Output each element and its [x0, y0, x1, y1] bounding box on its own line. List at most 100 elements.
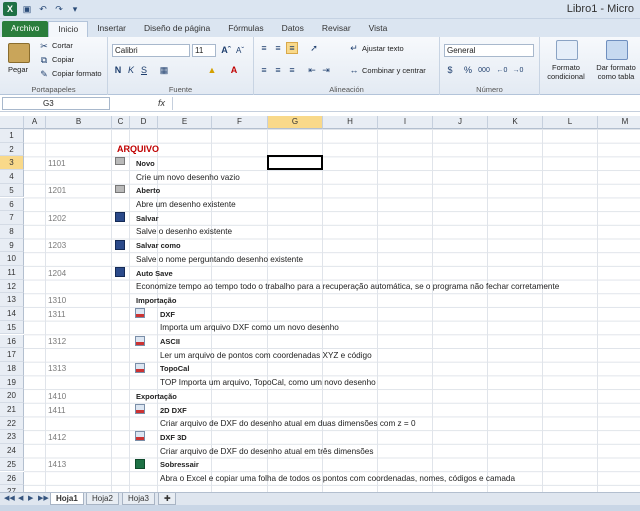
tab-formulas[interactable]: Fórmulas — [219, 21, 272, 37]
conditional-format-button[interactable]: Formato condicional — [542, 63, 590, 81]
row-header-3[interactable]: 3 — [0, 156, 24, 171]
row-header-6[interactable]: 6 — [0, 197, 24, 212]
column-header-e[interactable]: E — [158, 116, 212, 129]
sheet-tab-hoja3[interactable]: Hoja3 — [122, 493, 155, 505]
tab-diseno-pagina[interactable]: Diseño de página — [135, 21, 219, 37]
row-header-2[interactable]: 2 — [0, 142, 24, 157]
font-color-icon[interactable]: A — [228, 64, 240, 76]
column-header-m[interactable]: M — [598, 116, 640, 129]
align-top-icon[interactable]: ≡ — [258, 42, 270, 54]
row-header-24[interactable]: 24 — [0, 444, 24, 458]
customize-icon[interactable]: ▾ — [69, 3, 81, 15]
row-header-18[interactable]: 18 — [0, 361, 24, 376]
spreadsheet-grid[interactable]: A B C D E F G H I J K L M 1 2 3 4 5 6 7 8 9 10 11 12 13 14 15 16 17 18… — [0, 116, 640, 492]
row-header-7[interactable]: 7 — [0, 211, 24, 225]
tab-vista[interactable]: Vista — [360, 21, 397, 37]
thousands-icon[interactable]: 000 — [476, 64, 492, 76]
column-header-l[interactable]: L — [543, 116, 598, 129]
underline-icon[interactable]: S — [138, 64, 150, 76]
row-header-27[interactable]: 27 — [0, 485, 24, 492]
row-header-9[interactable]: 9 — [0, 238, 24, 253]
first-sheet-icon[interactable]: ◀◀ — [4, 494, 15, 502]
row-header-17[interactable]: 17 — [0, 348, 24, 362]
row-header-8[interactable]: 8 — [0, 224, 24, 239]
align-left-icon[interactable]: ≡ — [258, 64, 270, 76]
column-header-b[interactable]: B — [46, 116, 112, 129]
shrink-font-icon[interactable]: Aˇ — [234, 44, 246, 56]
increase-indent-icon[interactable]: ⇥ — [320, 64, 332, 76]
name-box[interactable]: G3 — [2, 97, 110, 110]
paste-button[interactable]: Pegar — [8, 65, 28, 74]
format-as-table-icon[interactable] — [606, 40, 628, 60]
italic-icon[interactable]: K — [125, 64, 137, 76]
row-header-19[interactable]: 19 — [0, 375, 24, 390]
row-header-12[interactable]: 12 — [0, 279, 24, 294]
paste-icon[interactable] — [8, 43, 30, 63]
next-sheet-icon[interactable]: ▶ — [28, 494, 33, 502]
fill-color-icon[interactable]: ▲ — [206, 64, 218, 76]
currency-icon[interactable]: $ — [444, 64, 456, 76]
decrease-decimal-icon[interactable]: →0 — [512, 64, 524, 76]
row-header-13[interactable]: 13 — [0, 293, 24, 308]
formula-input[interactable] — [172, 97, 640, 110]
undo-icon[interactable]: ↶ — [37, 3, 49, 15]
column-header-f[interactable]: F — [212, 116, 268, 129]
active-cell-g3[interactable] — [267, 155, 323, 171]
row-header-22[interactable]: 22 — [0, 416, 24, 431]
column-header-c[interactable]: C — [112, 116, 130, 129]
column-header-h[interactable]: H — [323, 116, 378, 129]
grow-font-icon[interactable]: Aˆ — [220, 44, 232, 56]
font-name-select[interactable]: Calibri — [112, 44, 190, 57]
last-sheet-icon[interactable]: ▶▶ — [38, 494, 49, 502]
format-as-table-button[interactable]: Dar formato como tabla — [592, 63, 640, 81]
row-header-26[interactable]: 26 — [0, 471, 24, 486]
borders-icon[interactable]: ▦ — [158, 64, 170, 76]
sheet-tab-hoja2[interactable]: Hoja2 — [86, 493, 119, 505]
bold-icon[interactable]: N — [112, 64, 124, 76]
redo-icon[interactable]: ↷ — [53, 3, 65, 15]
column-header-g[interactable]: G — [268, 116, 323, 129]
row-header-21[interactable]: 21 — [0, 403, 24, 417]
row-header-23[interactable]: 23 — [0, 430, 24, 445]
merge-center-button[interactable]: Combinar y centrar — [362, 66, 426, 75]
row-header-25[interactable]: 25 — [0, 457, 24, 472]
row-header-11[interactable]: 11 — [0, 266, 24, 280]
cut-icon[interactable]: ✂ — [38, 40, 50, 52]
row-header-10[interactable]: 10 — [0, 252, 24, 266]
copy-format-button[interactable]: Copiar formato — [52, 69, 102, 78]
row-header-15[interactable]: 15 — [0, 320, 24, 335]
percent-icon[interactable]: % — [462, 64, 474, 76]
increase-decimal-icon[interactable]: ←0 — [496, 64, 508, 76]
number-format-select[interactable]: General — [444, 44, 534, 57]
align-bottom-icon[interactable]: ≡ — [286, 42, 298, 54]
tab-revisar[interactable]: Revisar — [313, 21, 360, 37]
merge-center-icon[interactable]: ↔ — [348, 64, 360, 76]
copy-icon[interactable]: ⧉ — [38, 54, 50, 66]
tab-archivo[interactable]: Archivo — [2, 21, 49, 37]
copy-button[interactable]: Copiar — [52, 55, 74, 64]
wrap-text-icon[interactable]: ↵ — [348, 42, 360, 54]
cut-button[interactable]: Cortar — [52, 41, 73, 50]
row-header-1[interactable]: 1 — [0, 129, 24, 143]
column-header-i[interactable]: I — [378, 116, 433, 129]
align-right-icon[interactable]: ≡ — [286, 64, 298, 76]
row-header-16[interactable]: 16 — [0, 334, 24, 349]
column-header-k[interactable]: K — [488, 116, 543, 129]
conditional-format-icon[interactable] — [556, 40, 578, 60]
sheet-tab-hoja1[interactable]: Hoja1 — [50, 493, 84, 505]
orientation-icon[interactable]: ➚ — [308, 42, 320, 54]
tab-inicio[interactable]: Inicio — [48, 21, 89, 37]
select-all-corner[interactable] — [0, 116, 24, 129]
prev-sheet-icon[interactable]: ◀ — [18, 494, 23, 502]
wrap-text-button[interactable]: Ajustar texto — [362, 44, 404, 53]
column-header-j[interactable]: J — [433, 116, 488, 129]
row-header-20[interactable]: 20 — [0, 389, 24, 403]
row-header-14[interactable]: 14 — [0, 307, 24, 321]
row-header-4[interactable]: 4 — [0, 170, 24, 184]
row-header-5[interactable]: 5 — [0, 183, 24, 198]
column-header-a[interactable]: A — [24, 116, 46, 129]
font-size-select[interactable]: 11 — [192, 44, 216, 57]
decrease-indent-icon[interactable]: ⇤ — [306, 64, 318, 76]
format-painter-icon[interactable]: ✎ — [38, 68, 50, 80]
tab-datos[interactable]: Datos — [273, 21, 313, 37]
